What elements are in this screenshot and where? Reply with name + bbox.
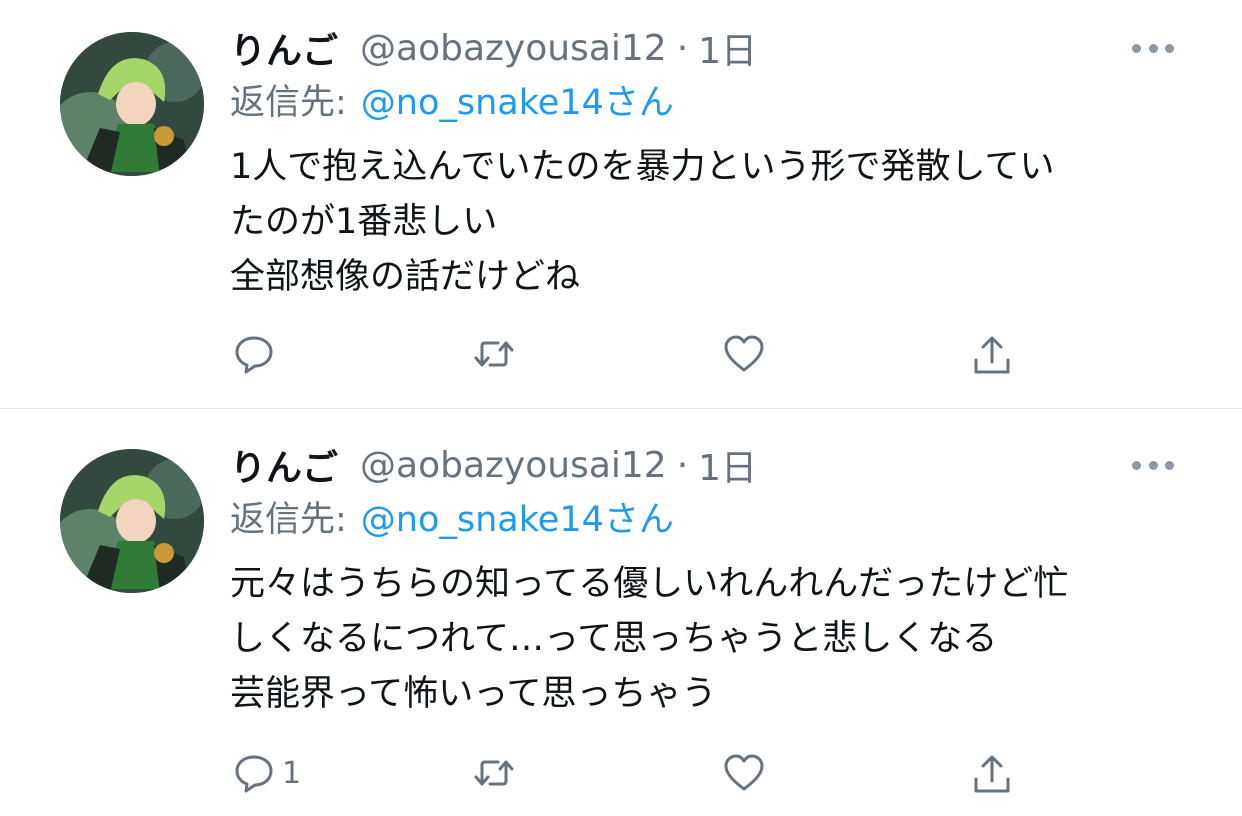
retweet-icon xyxy=(474,341,514,367)
share-icon xyxy=(974,755,1010,793)
user-handle[interactable]: @aobazyousai12 xyxy=(360,445,667,486)
reply-mention-link[interactable]: @no_snake14さん xyxy=(361,500,674,540)
tweet-text-line: 全部想像の話だけどね xyxy=(230,257,581,297)
avatar[interactable] xyxy=(60,449,204,593)
tweet-text: 1人で抱え込んでいたのを暴力という形で発散してい たのが1番悲しい 全部想像の話… xyxy=(230,140,1190,305)
reply-mention-link[interactable]: @no_snake14さん xyxy=(361,83,674,123)
tweet[interactable]: りんご @aobazyousai12 · 1日 返信先: @no_snake14さ… xyxy=(0,0,1242,408)
reply-count: 1 xyxy=(282,755,302,791)
like-button[interactable] xyxy=(722,330,766,378)
tweet-text-line: 芸能界って怖いって思っちゃう xyxy=(230,674,717,714)
reply-to-label: 返信先: xyxy=(230,500,347,540)
like-icon xyxy=(724,754,764,791)
share-button[interactable] xyxy=(970,749,1014,797)
tweet-header: りんご @aobazyousai12 · 1日 xyxy=(230,439,1190,491)
tweet-text-line: 1人で抱え込んでいたのを暴力という形で発散してい xyxy=(230,147,1055,187)
tweet-content: りんご @aobazyousai12 · 1日 返信先: @no_snake14さ… xyxy=(230,439,1190,722)
more-icon[interactable] xyxy=(1132,42,1174,54)
tweet-content: りんご @aobazyousai12 · 1日 返信先: @no_snake14さ… xyxy=(230,22,1190,305)
retweet-icon xyxy=(474,760,514,786)
retweet-button[interactable] xyxy=(472,749,516,797)
retweet-button[interactable] xyxy=(472,330,516,378)
tweet-text: 元々はうちらの知ってる優しいれんれんだったけど忙 しくなるにつれて…って思っちゃ… xyxy=(230,557,1190,722)
separator-dot: · xyxy=(676,27,689,69)
timestamp[interactable]: 1日 xyxy=(698,22,757,74)
avatar-image xyxy=(60,32,204,176)
tweet[interactable]: りんご @aobazyousai12 · 1日 返信先: @no_snake14さ… xyxy=(0,408,1242,816)
reply-button[interactable] xyxy=(232,330,282,378)
timestamp[interactable]: 1日 xyxy=(698,439,757,491)
tweet-text-line: しくなるにつれて…って思っちゃうと悲しくなる xyxy=(230,619,998,659)
tweet-actions: 1 xyxy=(232,749,1032,797)
avatar-image xyxy=(60,449,204,593)
separator-dot: · xyxy=(676,444,689,486)
reply-button[interactable]: 1 xyxy=(232,749,301,797)
share-button[interactable] xyxy=(970,330,1014,378)
share-icon xyxy=(974,336,1010,374)
more-icon[interactable] xyxy=(1132,459,1174,471)
tweet-text-line: 元々はうちらの知ってる優しいれんれんだったけど忙 xyxy=(230,564,1069,604)
tweet-text-line: たのが1番悲しい xyxy=(230,202,498,242)
display-name[interactable]: りんご xyxy=(230,22,338,74)
user-handle[interactable]: @aobazyousai12 xyxy=(360,28,667,69)
reply-to: 返信先: @no_snake14さん xyxy=(230,491,1190,549)
reply-icon xyxy=(235,336,273,374)
like-icon xyxy=(724,335,764,372)
tweet-header: りんご @aobazyousai12 · 1日 xyxy=(230,22,1190,74)
like-button[interactable] xyxy=(722,749,766,797)
reply-to: 返信先: @no_snake14さん xyxy=(230,74,1190,132)
reply-to-label: 返信先: xyxy=(230,83,347,123)
avatar[interactable] xyxy=(60,32,204,176)
tweet-actions xyxy=(232,330,1032,378)
reply-icon xyxy=(235,755,273,793)
display-name[interactable]: りんご xyxy=(230,439,338,491)
